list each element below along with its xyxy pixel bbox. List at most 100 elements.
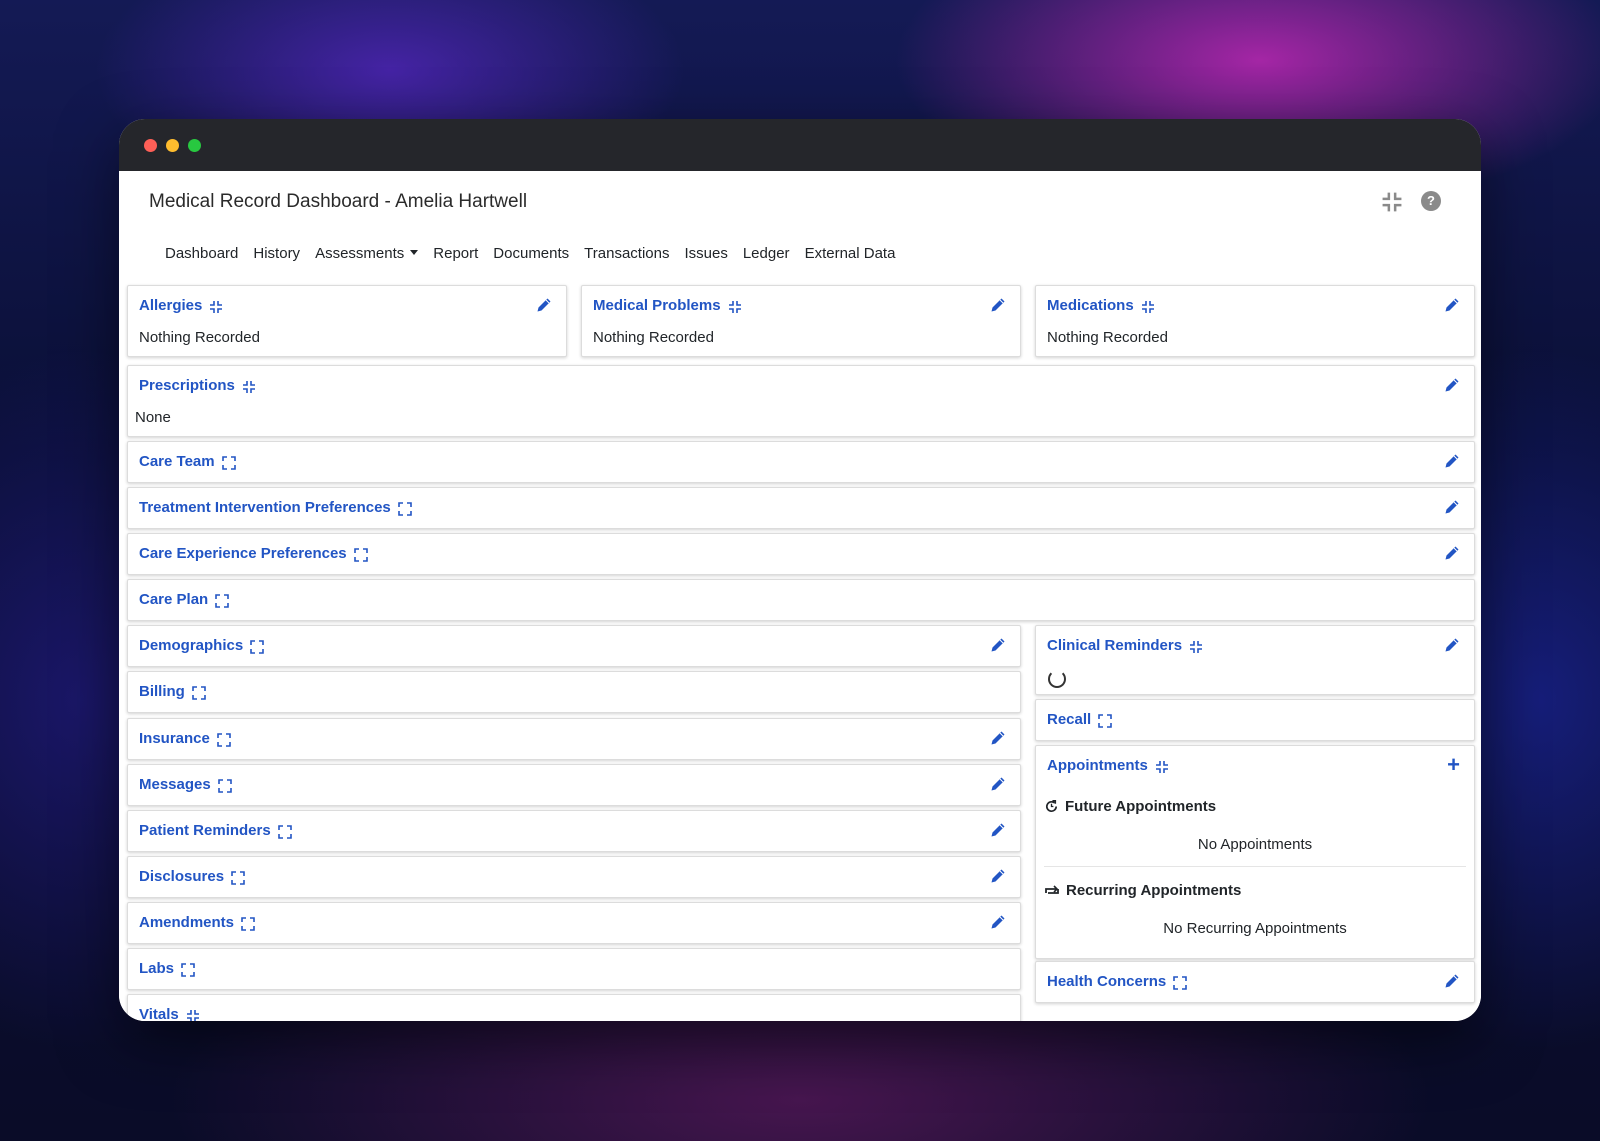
- pencil-icon[interactable]: [1444, 637, 1460, 653]
- nav-issues[interactable]: Issues: [684, 245, 727, 262]
- card-title[interactable]: Health Concerns: [1047, 973, 1187, 990]
- card-title[interactable]: Medications: [1047, 297, 1155, 314]
- card-title[interactable]: Amendments: [139, 914, 255, 931]
- collapse-icon[interactable]: [242, 380, 256, 394]
- collapse-icon[interactable]: [1189, 640, 1203, 654]
- card-title-label: Recall: [1047, 711, 1092, 728]
- pencil-icon[interactable]: [990, 297, 1006, 313]
- expand-icon[interactable]: [192, 686, 206, 700]
- card-title-label: Billing: [139, 683, 185, 700]
- card-title-label: Appointments: [1047, 757, 1148, 774]
- maximize-window-button[interactable]: [188, 139, 201, 152]
- collapse-icon[interactable]: [1141, 300, 1155, 314]
- amendments-card: Amendments: [127, 902, 1021, 944]
- card-title[interactable]: Prescriptions: [139, 377, 256, 394]
- nav-transactions[interactable]: Transactions: [584, 245, 669, 262]
- expand-icon[interactable]: [1173, 976, 1187, 990]
- minimize-window-button[interactable]: [166, 139, 179, 152]
- labs-card: Labs: [127, 948, 1021, 990]
- card-title[interactable]: Insurance: [139, 730, 231, 747]
- help-icon[interactable]: ?: [1421, 191, 1441, 211]
- card-title-label: Disclosures: [139, 868, 225, 885]
- card-title[interactable]: Vitals: [139, 1006, 200, 1021]
- expand-icon[interactable]: [218, 779, 232, 793]
- expand-icon[interactable]: [398, 502, 412, 516]
- card-title[interactable]: Medical Problems: [593, 297, 742, 314]
- card-title[interactable]: Labs: [139, 960, 195, 977]
- collapse-icon[interactable]: [1381, 191, 1403, 213]
- pencil-icon[interactable]: [1444, 377, 1460, 393]
- pencil-icon[interactable]: [990, 868, 1006, 884]
- card-title[interactable]: Appointments: [1047, 757, 1169, 774]
- expand-icon[interactable]: [241, 917, 255, 931]
- care-plan-card: Care Plan: [127, 579, 1475, 621]
- pencil-icon[interactable]: [990, 730, 1006, 746]
- card-title[interactable]: Messages: [139, 776, 232, 793]
- pencil-icon[interactable]: [990, 914, 1006, 930]
- card-title[interactable]: Care Experience Preferences: [139, 545, 368, 562]
- expand-icon[interactable]: [181, 963, 195, 977]
- card-title[interactable]: Billing: [139, 683, 206, 700]
- collapse-icon[interactable]: [186, 1009, 200, 1022]
- expand-icon[interactable]: [231, 871, 245, 885]
- future-appointments-empty: No Appointments: [1197, 836, 1313, 853]
- nav-external-data[interactable]: External Data: [805, 245, 896, 262]
- nav-report[interactable]: Report: [433, 245, 478, 262]
- app-window: Medical Record Dashboard - Amelia Hartwe…: [119, 119, 1481, 1021]
- expand-icon[interactable]: [217, 733, 231, 747]
- card-title[interactable]: Demographics: [139, 637, 264, 654]
- vitals-card: Vitals: [127, 994, 1021, 1021]
- card-title-label: Treatment Intervention Preferences: [139, 499, 391, 516]
- care-team-card: Care Team: [127, 441, 1475, 483]
- recurring-appointments-label: Recurring Appointments: [1066, 882, 1242, 899]
- dashboard-content: Medical Record Dashboard - Amelia Hartwe…: [119, 171, 1481, 1021]
- disclosures-card: Disclosures: [127, 856, 1021, 898]
- pencil-icon[interactable]: [990, 776, 1006, 792]
- card-body-text: Nothing Recorded: [1047, 329, 1168, 346]
- nav-history[interactable]: History: [253, 245, 300, 262]
- card-title[interactable]: Care Plan: [139, 591, 229, 608]
- nav-dashboard[interactable]: Dashboard: [165, 245, 238, 262]
- collapse-icon[interactable]: [1155, 760, 1169, 774]
- recall-card: Recall: [1035, 699, 1475, 741]
- card-title-label: Demographics: [139, 637, 244, 654]
- close-window-button[interactable]: [144, 139, 157, 152]
- expand-icon[interactable]: [354, 548, 368, 562]
- nav-ledger[interactable]: Ledger: [743, 245, 790, 262]
- card-title[interactable]: Allergies: [139, 297, 223, 314]
- nav-documents[interactable]: Documents: [493, 245, 569, 262]
- card-title-label: Labs: [139, 960, 175, 977]
- add-appointment-icon[interactable]: +: [1447, 754, 1460, 776]
- card-title[interactable]: Recall: [1047, 711, 1112, 728]
- card-title[interactable]: Care Team: [139, 453, 236, 470]
- nav-assessments-label: Assessments: [315, 245, 405, 262]
- collapse-icon[interactable]: [728, 300, 742, 314]
- pencil-icon[interactable]: [1444, 453, 1460, 469]
- pencil-icon[interactable]: [990, 822, 1006, 838]
- card-title[interactable]: Clinical Reminders: [1047, 637, 1203, 654]
- pencil-icon[interactable]: [1444, 499, 1460, 515]
- pencil-icon[interactable]: [536, 297, 552, 313]
- card-title[interactable]: Patient Reminders: [139, 822, 292, 839]
- collapse-icon[interactable]: [209, 300, 223, 314]
- card-title[interactable]: Treatment Intervention Preferences: [139, 499, 412, 516]
- pencil-icon[interactable]: [1444, 545, 1460, 561]
- expand-icon[interactable]: [222, 456, 236, 470]
- nav-assessments[interactable]: Assessments: [315, 245, 419, 262]
- demographics-card: Demographics: [127, 625, 1021, 667]
- expand-icon[interactable]: [1098, 714, 1112, 728]
- card-title-label: Vitals: [139, 1006, 179, 1021]
- expand-icon[interactable]: [215, 594, 229, 608]
- pencil-icon[interactable]: [990, 637, 1006, 653]
- expand-icon[interactable]: [250, 640, 264, 654]
- medications-card: Medications Nothing Recorded: [1035, 285, 1475, 357]
- pencil-icon[interactable]: [1444, 973, 1460, 989]
- recurring-appointments-empty: No Recurring Appointments: [1163, 920, 1347, 937]
- window-titlebar: [119, 119, 1481, 171]
- pencil-icon[interactable]: [1444, 297, 1460, 313]
- future-appointments-label: Future Appointments: [1065, 798, 1217, 815]
- card-title[interactable]: Disclosures: [139, 868, 245, 885]
- main-nav: Dashboard History Assessments Report Doc…: [165, 245, 910, 262]
- expand-icon[interactable]: [278, 825, 292, 839]
- chevron-down-icon: [410, 249, 419, 255]
